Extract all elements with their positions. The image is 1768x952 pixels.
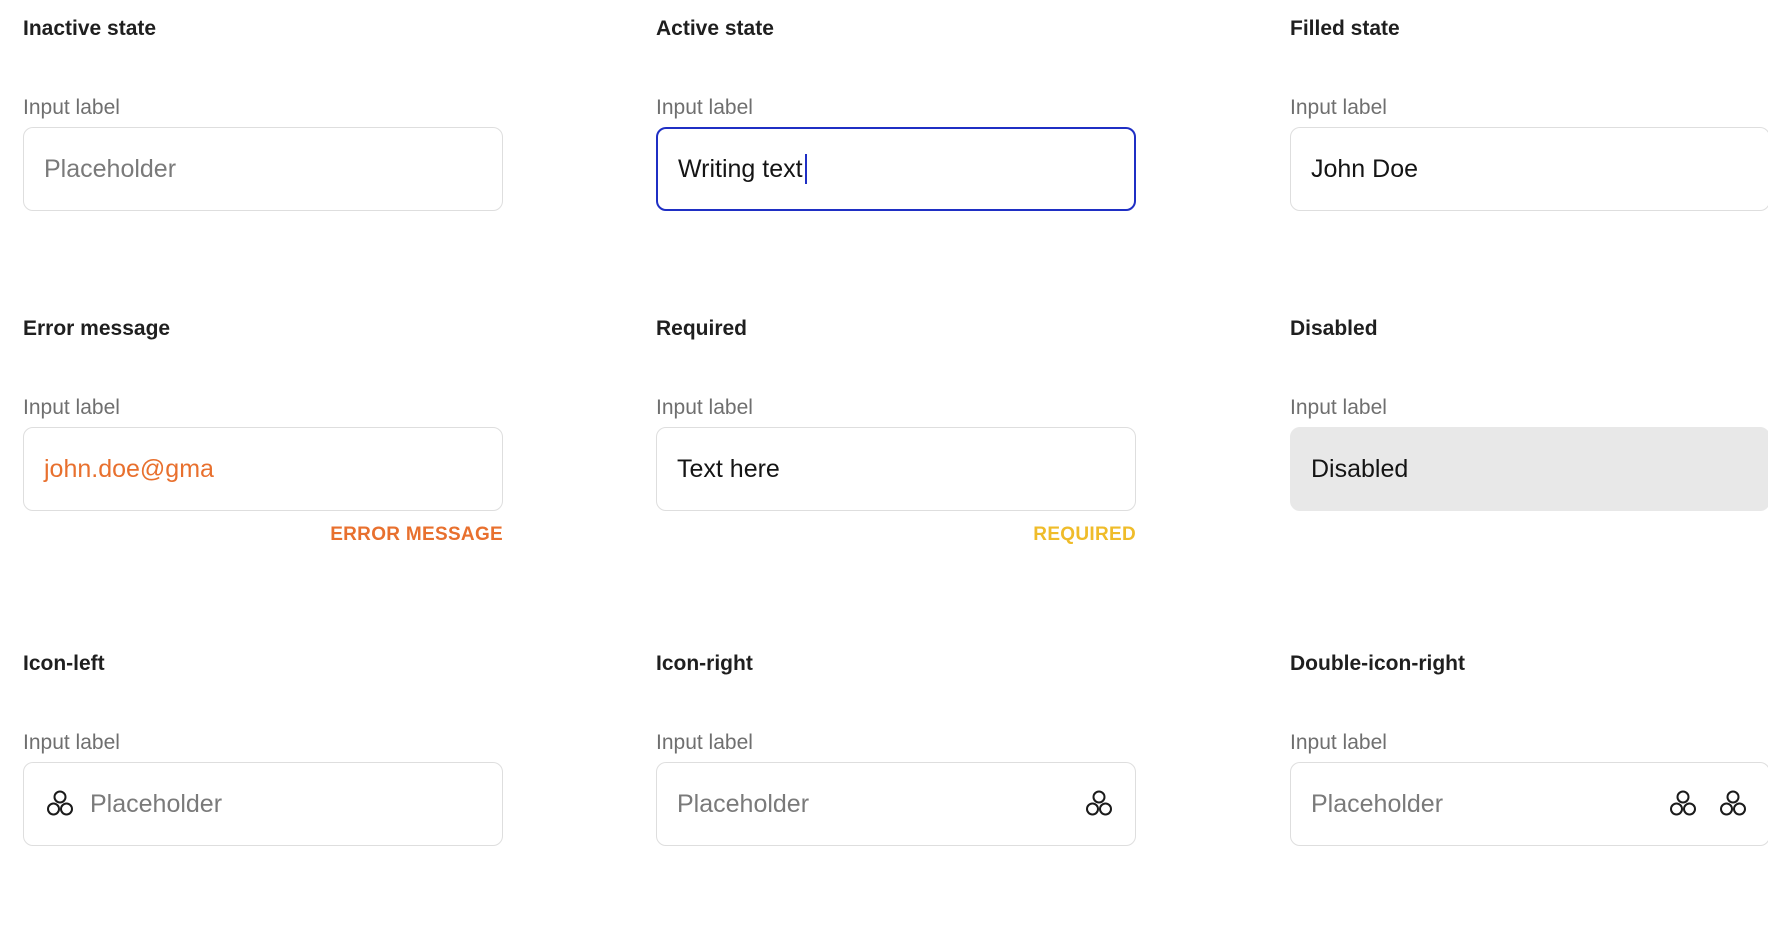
text-input-icon-left[interactable]: Placeholder: [23, 762, 503, 846]
input-label: Input label: [1290, 96, 1387, 119]
section-heading: Required: [656, 317, 748, 340]
input-placeholder: Placeholder: [90, 789, 223, 818]
input-label: Input label: [656, 731, 753, 754]
input-states-showcase: Inactive state Input label Placeholder A…: [0, 0, 1768, 952]
input-value: Disabled: [1311, 454, 1409, 483]
text-input-disabled: Disabled: [1290, 427, 1768, 511]
section-heading: Inactive state: [23, 17, 157, 40]
cell-active-state: Active state Input label Writing text: [656, 16, 1136, 211]
input-value: Writing text: [678, 154, 803, 183]
section-heading: Error message: [23, 317, 171, 340]
input-label: Input label: [656, 396, 753, 419]
text-input-required[interactable]: Text here: [656, 427, 1136, 511]
cell-icon-right: Icon-right Input label Placeholder: [656, 651, 1136, 846]
three-circles-icon: [44, 788, 76, 820]
cell-icon-left: Icon-left Input label Placeholder: [23, 651, 503, 846]
cell-error-message: Error message Input label john.doe@gma E…: [23, 316, 503, 545]
cell-disabled: Disabled Input label Disabled: [1290, 316, 1768, 511]
text-input-error[interactable]: john.doe@gma: [23, 427, 503, 511]
three-circles-icon[interactable]: [1083, 788, 1115, 820]
text-input-icon-right[interactable]: Placeholder: [656, 762, 1136, 846]
required-indicator: REQUIRED: [1033, 524, 1136, 545]
text-input-double-icon-right[interactable]: Placeholder: [1290, 762, 1768, 846]
input-label: Input label: [23, 96, 120, 119]
input-label: Input label: [656, 96, 753, 119]
text-input-inactive[interactable]: Placeholder: [23, 127, 503, 211]
section-heading: Icon-right: [656, 652, 753, 675]
input-placeholder: Placeholder: [677, 789, 810, 818]
text-caret: [804, 154, 807, 184]
section-heading: Filled state: [1290, 17, 1400, 40]
input-label: Input label: [23, 731, 120, 754]
cell-required: Required Input label Text here REQUIRED: [656, 316, 1136, 545]
cell-filled-state: Filled state Input label John Doe: [1290, 16, 1768, 211]
input-value: John Doe: [1311, 154, 1419, 183]
three-circles-icon[interactable]: [1717, 788, 1749, 820]
input-placeholder: Placeholder: [1311, 789, 1444, 818]
text-input-active[interactable]: Writing text: [656, 127, 1136, 211]
section-heading: Double-icon-right: [1290, 652, 1465, 675]
section-heading: Disabled: [1290, 317, 1378, 340]
input-value: john.doe@gma: [44, 454, 214, 483]
section-heading: Icon-left: [23, 652, 105, 675]
input-label: Input label: [23, 396, 120, 419]
error-message: ERROR MESSAGE: [330, 524, 503, 545]
input-value: Text here: [677, 454, 780, 483]
three-circles-icon[interactable]: [1667, 788, 1699, 820]
cell-double-icon-right: Double-icon-right Input label Placeholde…: [1290, 651, 1768, 846]
section-heading: Active state: [656, 17, 774, 40]
cell-inactive-state: Inactive state Input label Placeholder: [23, 16, 503, 211]
input-label: Input label: [1290, 396, 1387, 419]
input-placeholder: Placeholder: [44, 154, 177, 183]
text-input-filled[interactable]: John Doe: [1290, 127, 1768, 211]
input-label: Input label: [1290, 731, 1387, 754]
